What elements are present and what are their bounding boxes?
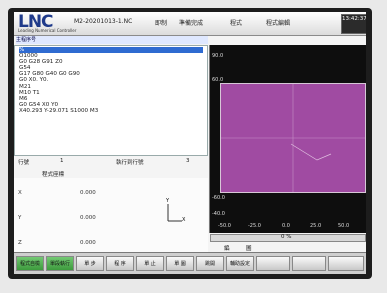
triad-y-label: Y [166,198,170,204]
softkey-3[interactable]: 單 步 [76,256,104,271]
coords-title: 程式座標 [42,172,65,178]
toolpath-plot[interactable]: 90.0 60.0 -40.0 -50.0 -25.0 0.0 25.0 50.… [209,45,366,233]
plot-tick: -50.0 [218,223,231,229]
status-row: 行號 1 執行到行號 3 [16,158,208,168]
program-line[interactable]: X40.293 Y-29.071 S1000 M3 [19,108,203,114]
top-bar: LNC Leading Numerical Controller M2-2020… [14,12,366,36]
row-value: 1 [60,158,64,164]
softkey-5[interactable]: 單 止 [136,256,164,271]
menu-item-3[interactable]: 程式 [230,18,242,27]
softkey-9[interactable] [256,256,290,271]
triad-x-label: X [182,217,186,223]
plot-tick: 25.0 [310,223,322,229]
exec-row-label: 執行到行號 [116,160,144,166]
plot-tick: 90.0 [212,53,224,59]
plot-tick: 0.0 [282,223,290,229]
plot-tick: -25.0 [248,223,261,229]
softkey-8[interactable]: 輔助設定 [226,256,254,271]
exec-row-value: 3 [186,158,190,164]
axis-x-value: 0.000 [80,190,96,196]
brand-tagline: Leading Numerical Controller [18,28,77,33]
stock-area [220,83,366,193]
clock: 13:42:37 [341,14,366,34]
softkey-4[interactable]: 程 序 [106,256,134,271]
row-label: 行號 [18,160,30,166]
softkey-7[interactable]: 跳開 [196,256,224,271]
menu-item-4[interactable]: 程式編輯 [266,18,290,27]
coords-panel: X 0.000 Y 0.000 Z 0.000 Y X [14,178,208,258]
progress-label: 0 % [281,234,292,240]
softkey-1[interactable]: 程式自檢 [16,256,44,271]
menu-item-2[interactable]: 準備完成 [179,18,203,27]
axis-triad-icon: Y X [160,198,188,226]
softkey-10[interactable] [292,256,326,271]
axis-x-label: X [18,190,22,196]
axis-y-value: 0.000 [80,215,96,221]
menu-item-1[interactable]: 即制 [155,18,167,27]
plot-tick: 50.0 [338,223,350,229]
softkey-2[interactable]: 單段執行 [46,256,74,271]
cnc-screen: LNC Leading Numerical Controller M2-2020… [14,12,366,274]
program-subtitle: 主程序号 [16,36,208,44]
file-name: M2-20201013-1.NC [74,18,133,25]
softkey-11[interactable] [328,256,364,271]
plot-tick: -40.0 [212,211,225,217]
program-listing[interactable]: % O1000 G0 G28 G91 Z0 G54 G17 G80 G40 G0… [14,45,208,156]
axis-z-label: Z [18,240,22,246]
monitor-bezel: LNC Leading Numerical Controller M2-2020… [8,8,372,279]
axis-z-value: 0.000 [80,240,96,246]
softkey-bar: 程式自檢 單段執行 單 步 程 序 單 止 單 圖 跳開 輔助設定 [14,252,366,274]
plot-tick: -60.0 [212,195,225,201]
softkey-6[interactable]: 單 圖 [166,256,194,271]
progress-bar: 0 % [210,234,366,242]
axis-y-label: Y [18,215,22,221]
